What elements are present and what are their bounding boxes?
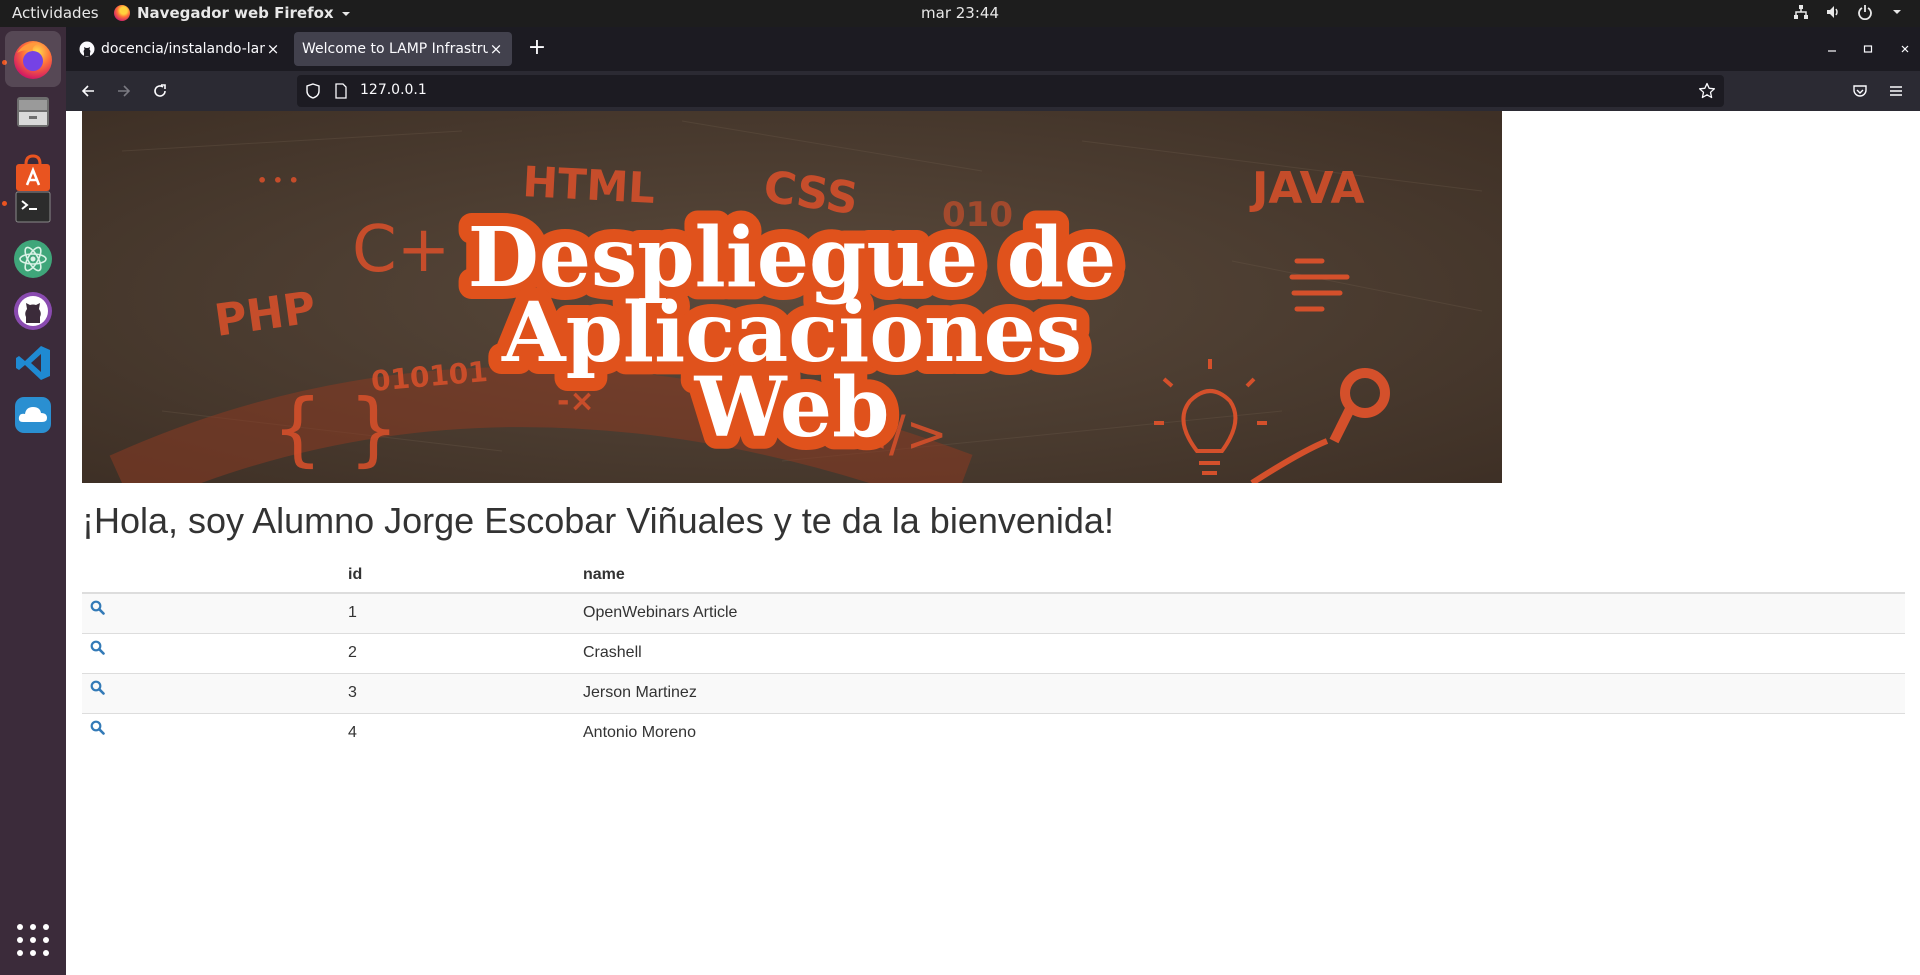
files-icon — [17, 97, 49, 127]
page-info-icon[interactable] — [333, 83, 349, 103]
atom-icon — [14, 240, 52, 278]
table-row: 1 OpenWebinars Article — [82, 592, 1905, 633]
dock-terminal[interactable] — [5, 179, 61, 235]
column-header-id: id — [340, 557, 575, 594]
table-row: 3 Jerson Martinez — [82, 672, 1905, 713]
cell-name: Crashell — [575, 632, 1905, 673]
tab-title: docencia/instalando-lamp — [101, 41, 265, 57]
network-icon[interactable] — [1792, 3, 1810, 21]
navigation-toolbar: 127.0.0.1 — [66, 71, 1920, 111]
system-top-bar: Actividades Navegador web Firefox mar 23… — [0, 0, 1920, 27]
cell-id: 2 — [340, 632, 575, 673]
banner-title-line-3: Web — [694, 360, 890, 456]
close-window-icon[interactable] — [1896, 40, 1914, 58]
caret-down-icon[interactable] — [1888, 3, 1906, 21]
power-icon[interactable] — [1856, 3, 1874, 21]
github-icon — [79, 41, 95, 57]
vscode-icon — [16, 346, 50, 380]
terminal-icon — [15, 191, 51, 223]
cell-name: Jerson Martinez — [575, 672, 1905, 713]
column-header-name: name — [575, 557, 1905, 594]
back-icon[interactable] — [76, 79, 100, 103]
shield-icon[interactable] — [305, 83, 321, 103]
users-table: id name 1 OpenWebinars Article 2 Crashel… — [82, 557, 1905, 753]
new-tab-button[interactable]: + — [524, 36, 550, 62]
caret-down-icon — [341, 4, 351, 22]
row-action-cell — [82, 712, 340, 753]
banner-doodle-braces: { } — [272, 382, 399, 475]
url-bar[interactable]: 127.0.0.1 — [297, 75, 1724, 107]
cell-id: 1 — [340, 592, 575, 633]
banner-doodle-java: JAVA — [1249, 163, 1365, 214]
table-header-row: id name — [82, 557, 1905, 594]
search-icon[interactable] — [90, 720, 105, 740]
pocket-icon[interactable] — [1848, 79, 1872, 103]
dock-atom[interactable] — [5, 231, 61, 287]
forward-icon[interactable] — [112, 79, 136, 103]
banner-doodle-dots: • • • — [257, 171, 299, 190]
dock-firefox[interactable] — [5, 31, 61, 87]
firefox-icon — [114, 5, 130, 21]
banner-doodle-html: HTML — [521, 157, 656, 213]
tab-title: Welcome to LAMP Infrastructure — [302, 41, 488, 57]
dock — [0, 27, 66, 975]
row-action-cell — [82, 632, 340, 673]
search-icon[interactable] — [90, 680, 105, 700]
tab-strip: docencia/instalando-lamp × Welcome to LA… — [66, 27, 1920, 71]
table-row: 4 Antonio Moreno — [82, 712, 1905, 753]
url-text[interactable]: 127.0.0.1 — [360, 82, 427, 98]
banner-doodle-minus-x: -× — [557, 384, 595, 419]
banner-doodle-cplus: C+ — [352, 213, 450, 287]
banner-image: • • • HTML CSS JAVA PHP C+ 010101 010 { … — [82, 111, 1502, 483]
row-action-cell — [82, 672, 340, 713]
app-menu-label: Navegador web Firefox — [137, 4, 334, 22]
cell-name: Antonio Moreno — [575, 712, 1905, 753]
close-tab-icon[interactable]: × — [265, 40, 281, 58]
reload-icon[interactable] — [148, 79, 172, 103]
clock[interactable]: mar 23:44 — [921, 4, 999, 22]
row-action-cell — [82, 592, 340, 633]
cell-name: OpenWebinars Article — [575, 592, 1905, 633]
system-tray[interactable] — [1792, 3, 1906, 21]
cell-id: 3 — [340, 672, 575, 713]
search-icon[interactable] — [90, 600, 105, 620]
welcome-heading: ¡Hola, soy Alumno Jorge Escobar Viñuales… — [82, 500, 1114, 541]
cell-id: 4 — [340, 712, 575, 753]
cloud-icon — [15, 397, 51, 433]
column-header-actions — [82, 557, 340, 594]
tab-lamp[interactable]: Welcome to LAMP Infrastructure × — [294, 32, 512, 66]
app-menu[interactable]: Navegador web Firefox — [114, 4, 351, 22]
show-applications-icon[interactable] — [17, 924, 49, 956]
maximize-icon[interactable] — [1859, 40, 1877, 58]
dock-github-desktop[interactable] — [5, 283, 61, 339]
tab-github[interactable]: docencia/instalando-lamp × — [71, 32, 289, 66]
github-icon — [14, 292, 52, 330]
close-tab-icon[interactable]: × — [488, 40, 504, 58]
activities-button[interactable]: Actividades — [12, 4, 99, 22]
volume-icon[interactable] — [1824, 3, 1842, 21]
table-row: 2 Crashell — [82, 632, 1905, 673]
minimize-icon[interactable] — [1823, 40, 1841, 58]
web-page: • • • HTML CSS JAVA PHP C+ 010101 010 { … — [66, 111, 1920, 975]
search-icon[interactable] — [90, 640, 105, 660]
dock-vscode[interactable] — [5, 335, 61, 391]
firefox-icon — [14, 41, 52, 79]
dock-cloud[interactable] — [5, 387, 61, 443]
menu-icon[interactable] — [1884, 79, 1908, 103]
bookmark-star-icon[interactable] — [1698, 82, 1716, 104]
dock-files[interactable] — [5, 83, 61, 139]
